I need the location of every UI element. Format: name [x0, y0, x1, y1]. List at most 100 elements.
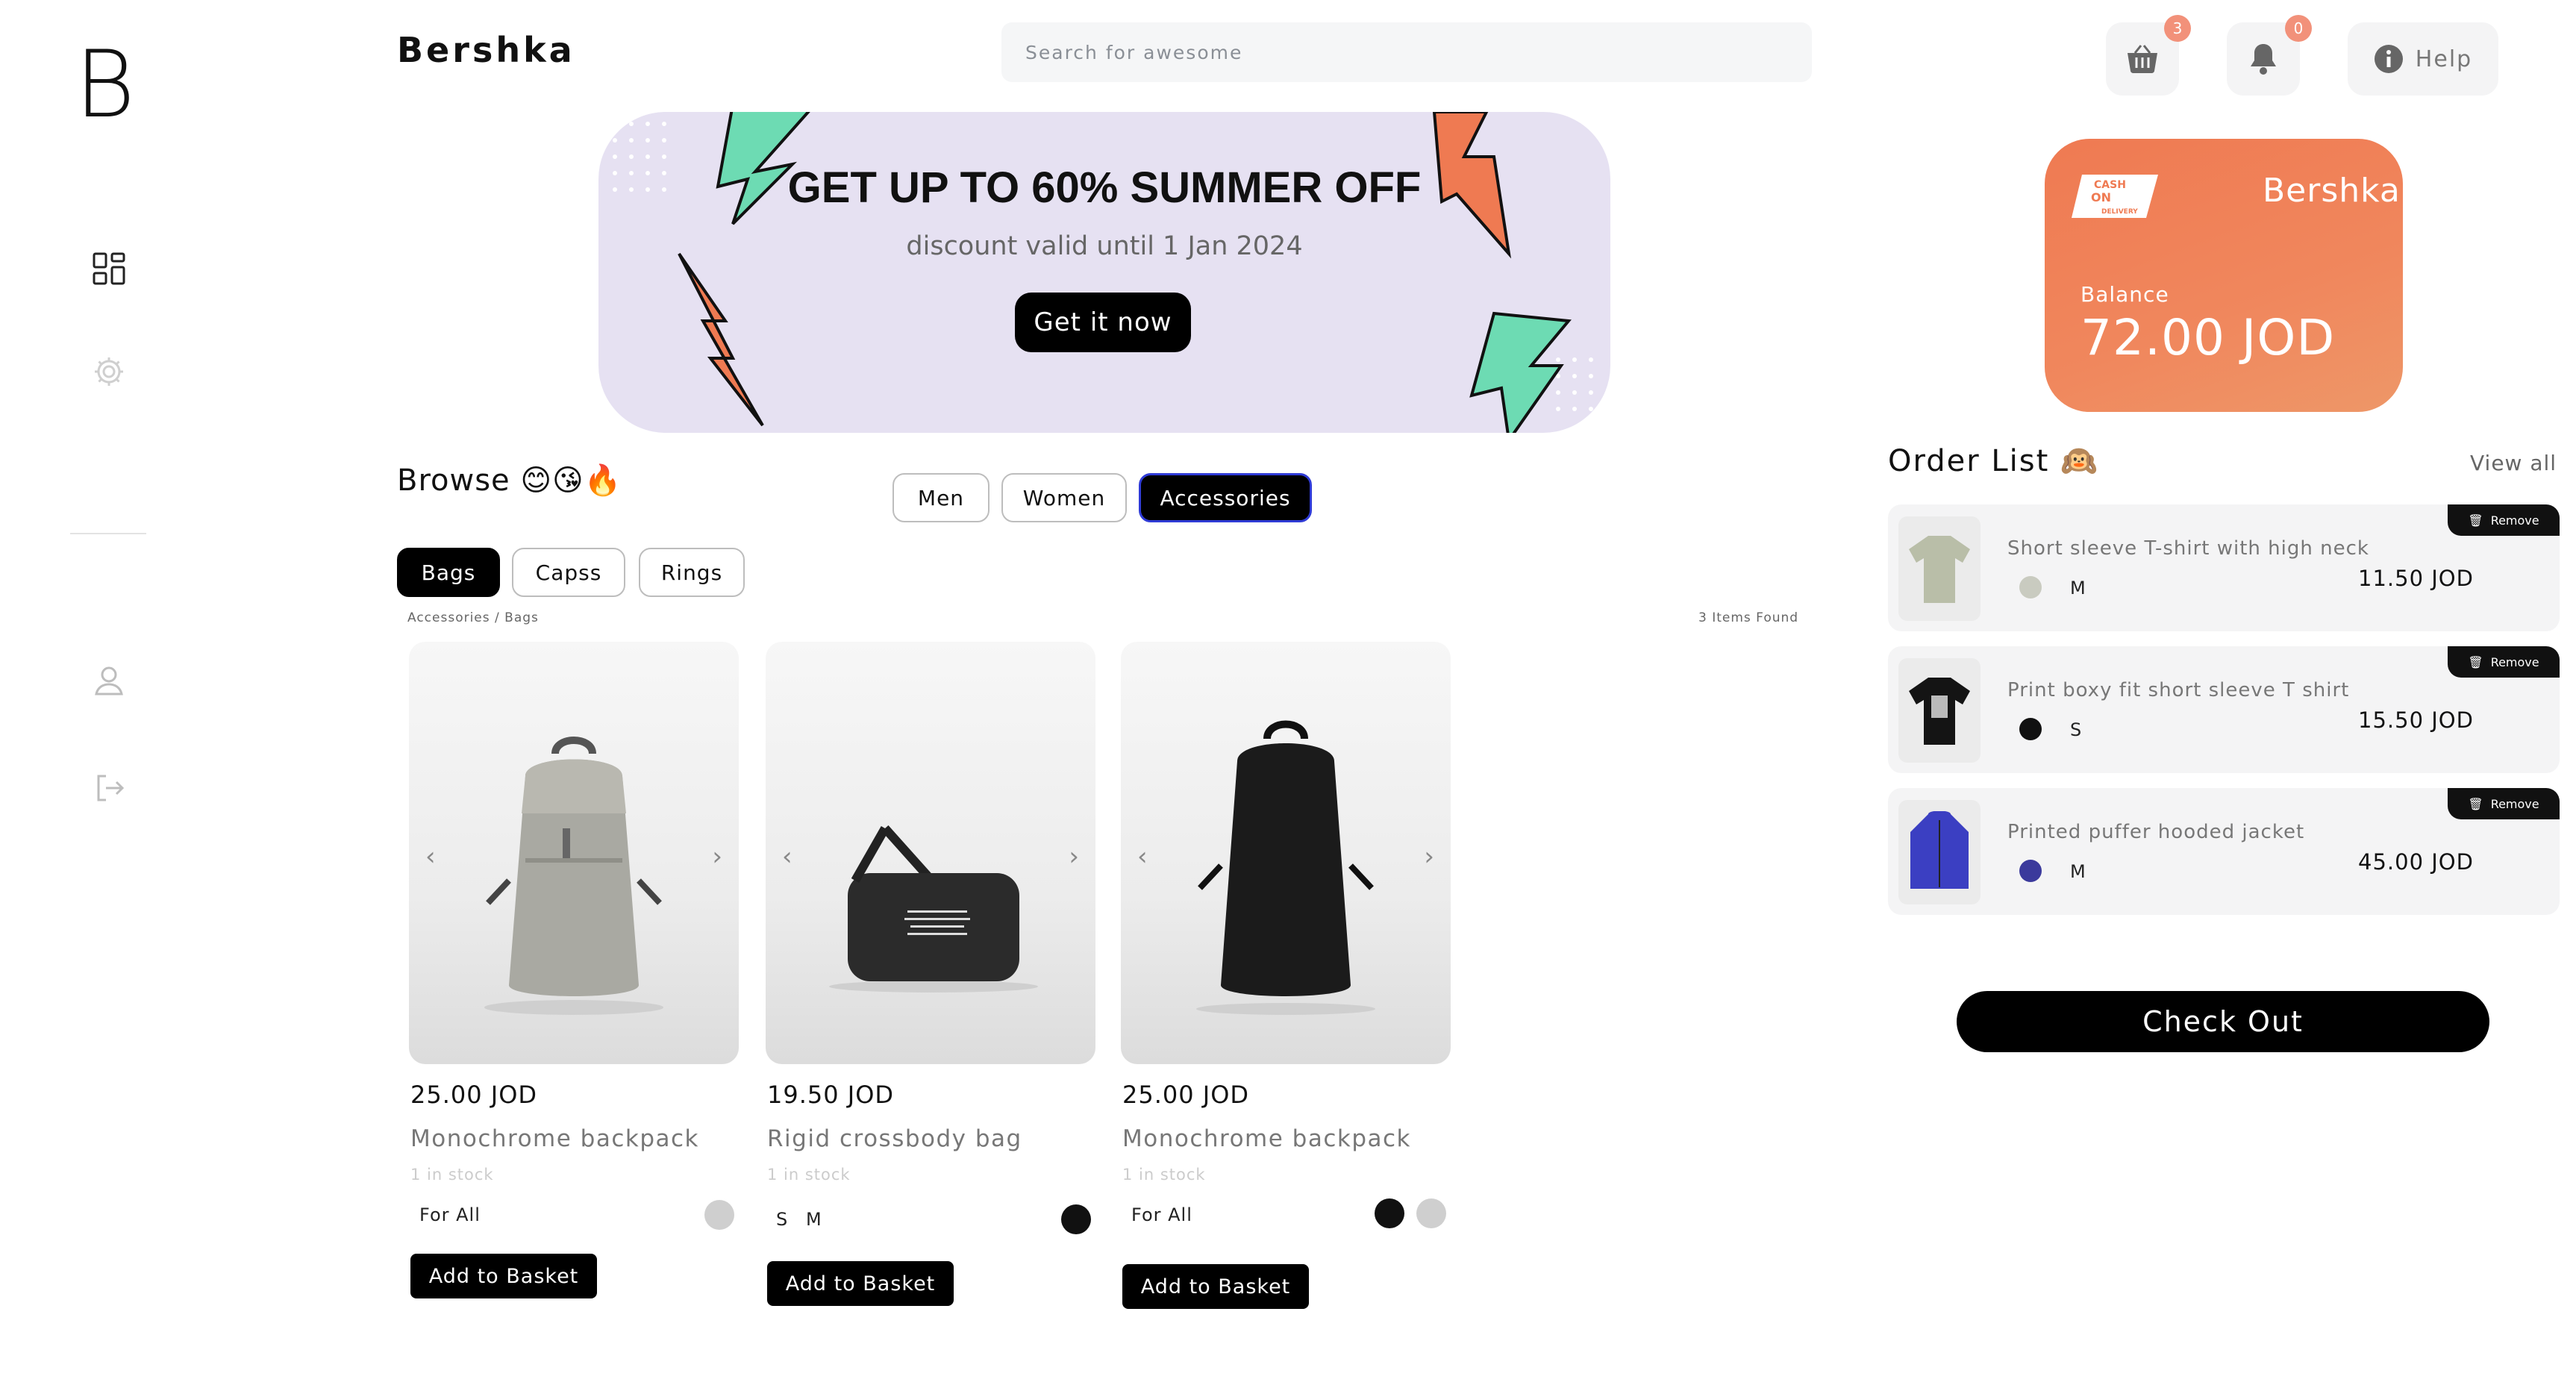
checkout-button[interactable]: Check Out: [1957, 991, 2489, 1052]
view-all-link[interactable]: View all: [2470, 451, 2557, 475]
chevron-left-icon[interactable]: ‹: [1137, 842, 1148, 872]
tshirt-olive-illustration: [1909, 536, 1970, 603]
order-item-thumbnail: [1898, 800, 1981, 904]
chevron-left-icon[interactable]: ‹: [782, 842, 793, 872]
svg-text:ON: ON: [2091, 190, 2111, 204]
product-name[interactable]: Rigid crossbody bag: [767, 1125, 1022, 1152]
category-rings[interactable]: Rings: [639, 548, 745, 597]
basket-icon: [2128, 45, 2157, 73]
product-stock: 1 in stock: [1122, 1166, 1206, 1184]
backpack-black-illustration: [1196, 720, 1375, 1015]
balance-value: 72.00 JOD: [2081, 309, 2336, 366]
browse-title: Browse 😊😘🔥: [397, 463, 622, 498]
product-image[interactable]: ‹ ›: [1121, 642, 1451, 1064]
tab-accessories[interactable]: Accessories: [1139, 473, 1312, 522]
chevron-right-icon[interactable]: ›: [712, 842, 722, 872]
logout-icon[interactable]: [88, 767, 130, 809]
cash-on-delivery-badge: CASH ON DELIVERY: [2072, 175, 2158, 218]
chevron-left-icon[interactable]: ‹: [425, 842, 436, 872]
order-item: 🗑 Remove Short sleeve T-shirt with high …: [1888, 504, 2560, 631]
sidebar-divider: [70, 533, 146, 534]
wallet-card: CASH ON DELIVERY Bershka Balance 72.00 J…: [2045, 139, 2403, 412]
wallet-brand: Bershka: [2263, 172, 2401, 210]
tab-women[interactable]: Women: [1001, 473, 1127, 522]
chevron-right-icon[interactable]: ›: [1069, 842, 1079, 872]
add-to-basket-button[interactable]: Add to Basket: [767, 1261, 954, 1306]
basket-count-badge: 3: [2164, 15, 2191, 42]
user-icon[interactable]: [88, 660, 130, 701]
banner-decoration: [613, 112, 1593, 433]
search-bar: [1001, 22, 1812, 82]
product-price: 25.00 JOD: [410, 1081, 538, 1109]
bell-icon: [2251, 44, 2276, 75]
breadcrumb: Accessories / Bags: [407, 610, 539, 625]
help-label: Help: [2415, 46, 2473, 72]
order-item: 🗑 Remove Print boxy fit short sleeve T s…: [1888, 646, 2560, 773]
backpack-grey-illustration: [484, 737, 663, 1015]
order-item-size: M: [2070, 578, 2086, 598]
crossbody-bag-illustration: [829, 825, 1038, 993]
product-stock: 1 in stock: [767, 1166, 851, 1184]
size-option-m[interactable]: M: [806, 1209, 822, 1230]
order-item: 🗑 Remove Printed puffer hooded jacket M …: [1888, 788, 2560, 915]
add-to-basket-button[interactable]: Add to Basket: [410, 1254, 597, 1298]
order-item-price: 45.00 JOD: [2358, 849, 2474, 875]
trash-icon: 🗑: [2468, 796, 2483, 811]
get-it-now-button[interactable]: Get it now: [1015, 293, 1191, 352]
color-swatch[interactable]: [1061, 1204, 1091, 1234]
svg-text:DELIVERY: DELIVERY: [2101, 208, 2138, 216]
order-item-color: [2019, 576, 2042, 598]
remove-button[interactable]: 🗑 Remove: [2448, 788, 2560, 819]
banner-title: GET UP TO 60% SUMMER OFF: [787, 163, 1422, 212]
jacket-blue-illustration: [1910, 811, 1969, 889]
chevron-right-icon[interactable]: ›: [1424, 842, 1434, 872]
tshirt-black-illustration: [1909, 678, 1970, 745]
product-name[interactable]: Monochrome backpack: [1122, 1125, 1411, 1152]
product-price: 25.00 JOD: [1122, 1081, 1250, 1109]
remove-button[interactable]: 🗑 Remove: [2448, 504, 2560, 536]
product-price: 19.50 JOD: [767, 1081, 895, 1109]
color-swatch[interactable]: [704, 1200, 734, 1230]
tab-men[interactable]: Men: [892, 473, 990, 522]
product-tag: For All: [419, 1204, 481, 1225]
color-swatch[interactable]: [1375, 1198, 1404, 1228]
product-stock: 1 in stock: [410, 1166, 494, 1184]
remove-label: Remove: [2490, 654, 2539, 669]
search-input[interactable]: [1001, 22, 1812, 82]
settings-icon[interactable]: [88, 351, 130, 393]
order-item-name: Printed puffer hooded jacket: [2007, 821, 2305, 843]
product-tag: For All: [1131, 1204, 1192, 1225]
remove-label: Remove: [2490, 513, 2539, 528]
order-item-thumbnail: [1898, 516, 1981, 621]
size-option-s[interactable]: S: [776, 1209, 788, 1230]
info-icon: [2374, 45, 2403, 73]
trash-icon: 🗑: [2468, 654, 2483, 669]
items-found-count: 3 Items Found: [1698, 610, 1799, 625]
remove-button[interactable]: 🗑 Remove: [2448, 646, 2560, 678]
order-item-size: S: [2070, 719, 2082, 740]
order-item-thumbnail: [1898, 658, 1981, 763]
category-bags[interactable]: Bags: [397, 548, 500, 597]
order-item-name: Print boxy fit short sleeve T shirt: [2007, 679, 2350, 701]
order-item-color: [2019, 718, 2042, 740]
notification-count-badge: 0: [2285, 15, 2312, 42]
product-image[interactable]: ‹ ›: [409, 642, 739, 1064]
product-image[interactable]: ‹ ›: [766, 642, 1095, 1064]
banner-subtitle: discount valid until 1 Jan 2024: [906, 231, 1303, 261]
order-item-price: 15.50 JOD: [2358, 707, 2474, 733]
help-button[interactable]: Help: [2348, 22, 2498, 96]
color-swatch[interactable]: [1416, 1198, 1446, 1228]
svg-text:CASH: CASH: [2094, 179, 2126, 191]
product-name[interactable]: Monochrome backpack: [410, 1125, 699, 1152]
add-to-basket-button[interactable]: Add to Basket: [1122, 1264, 1309, 1309]
order-item-name: Short sleeve T-shirt with high neck: [2007, 537, 2369, 560]
promo-banner: GET UP TO 60% SUMMER OFF discount valid …: [598, 112, 1610, 433]
trash-icon: 🗑: [2468, 513, 2483, 528]
brand-name: Bershka: [397, 30, 575, 70]
category-capss[interactable]: Capss: [512, 548, 625, 597]
balance-label: Balance: [2081, 282, 2169, 307]
order-item-size: M: [2070, 861, 2086, 882]
order-item-color: [2019, 860, 2042, 882]
order-item-price: 11.50 JOD: [2358, 566, 2474, 591]
dashboard-icon[interactable]: [88, 248, 130, 290]
